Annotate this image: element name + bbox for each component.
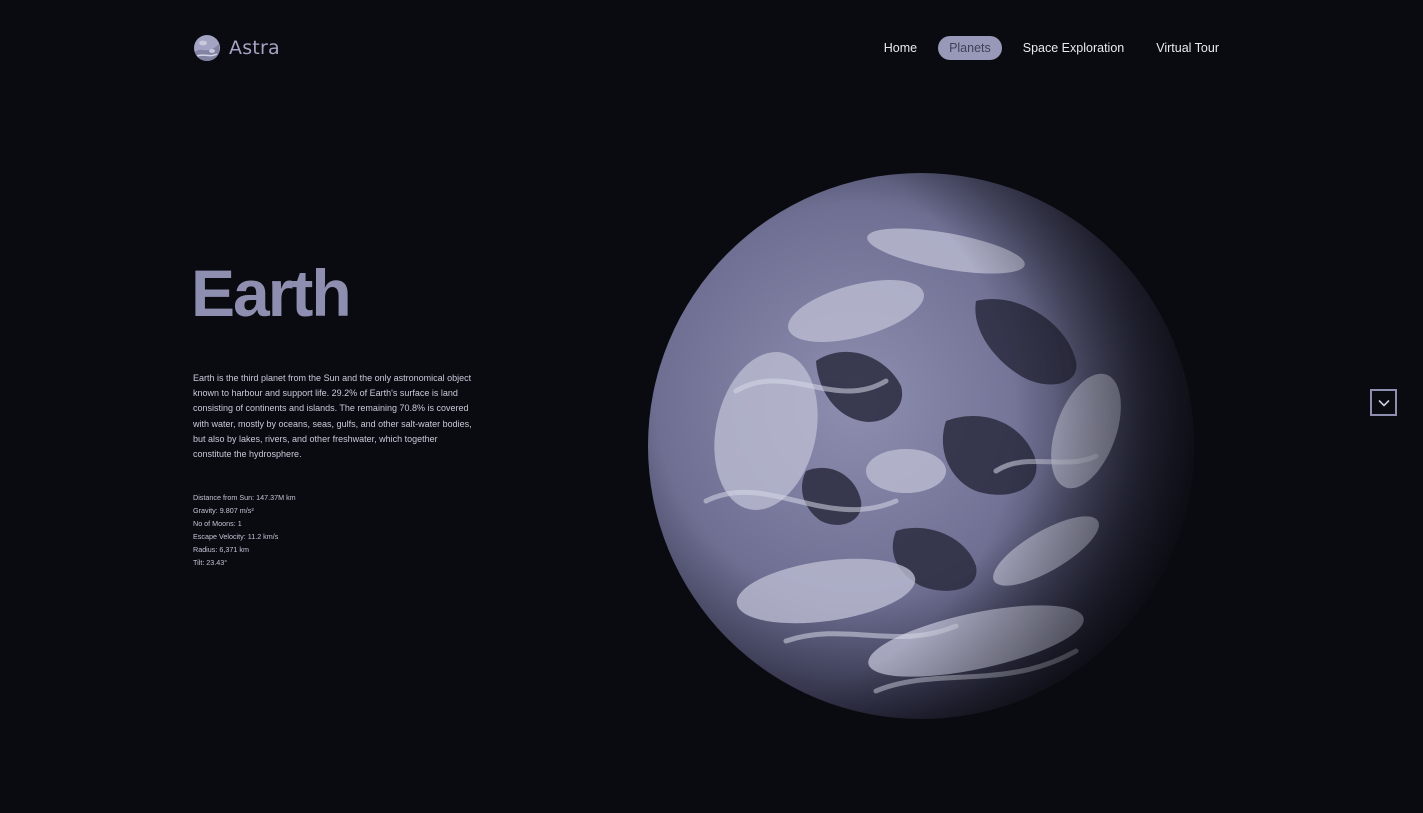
stat-radius: Radius: 6,371 km [193, 545, 249, 554]
nav-virtual-tour[interactable]: Virtual Tour [1145, 36, 1230, 60]
nav-planets[interactable]: Planets [938, 36, 1002, 60]
planet-title: Earth [191, 256, 352, 330]
stat-moons: No of Moons: 1 [193, 519, 242, 528]
brand-name: Astra [229, 37, 280, 59]
stat-escape-velocity: Escape Velocity: 11.2 km/s [193, 532, 279, 541]
stat-tilt: Tilt: 23.43° [193, 558, 228, 567]
nav-space-exploration[interactable]: Space Exploration [1012, 36, 1135, 60]
planet-logo-icon [194, 35, 220, 61]
nav-home[interactable]: Home [873, 36, 928, 60]
brand-logo[interactable]: Astra [193, 33, 280, 63]
stat-distance-from-sun: Distance from Sun: 147.37M km [193, 493, 296, 502]
planet-description: Earth is the third planet from the Sun a… [193, 373, 472, 460]
main-nav: Home Planets Space Exploration Virtual T… [873, 36, 1230, 60]
scroll-down-button[interactable] [1370, 389, 1397, 416]
chevron-down-icon [1377, 399, 1390, 407]
planet-stats: Distance from Sun: 147.37M km Gravity: 9… [193, 491, 296, 569]
earth-globe-image [648, 173, 1194, 719]
stat-gravity: Gravity: 9.807 m/s² [193, 506, 254, 515]
